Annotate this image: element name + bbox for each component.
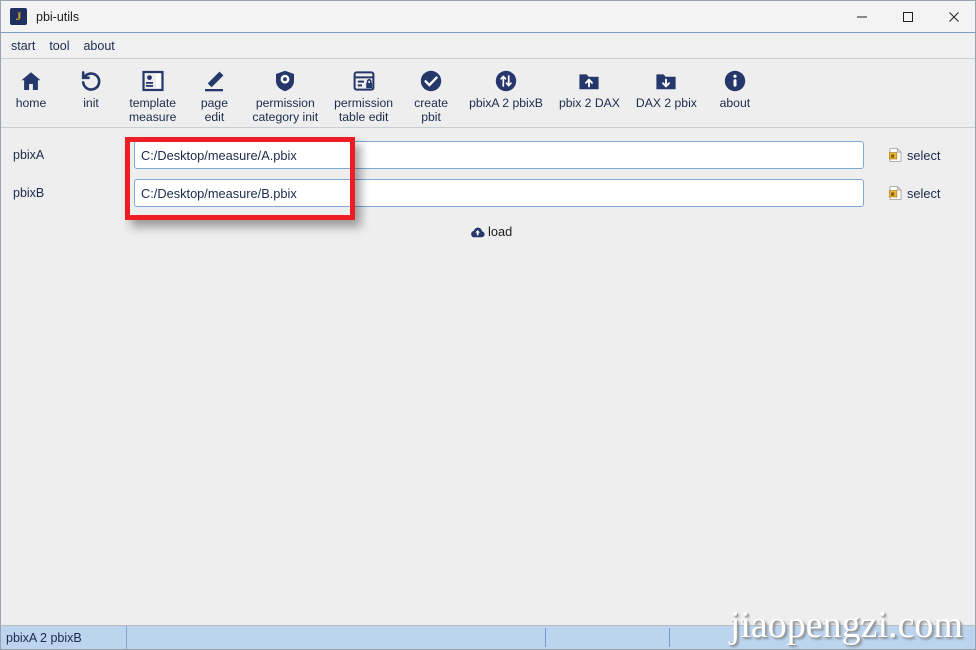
toolbar-button-page-edit[interactable]: page edit: [184, 64, 244, 127]
toolbar-button-pbix-2-dax[interactable]: pbix 2 DAX: [551, 64, 628, 113]
pbixb-select-button[interactable]: select: [885, 183, 944, 204]
folder-down-icon: [654, 68, 678, 94]
pbixa-select-label: select: [907, 147, 941, 163]
updown-arrows-circle-icon: [494, 68, 518, 94]
shield-gear-icon: [273, 68, 297, 94]
window-title: pbi-utils: [36, 9, 80, 24]
toolbar-label-pbix-2-dax: pbix 2 DAX: [558, 96, 620, 110]
check-circle-icon: [419, 68, 443, 94]
app-icon: J: [10, 8, 27, 25]
toolbar-label-pbixa-2-pbixb: pbixA 2 pbixB: [469, 96, 543, 110]
pbixa-select-button[interactable]: select: [885, 145, 944, 166]
toolbar-button-template-measure[interactable]: template measure: [121, 64, 184, 127]
close-icon[interactable]: [931, 1, 975, 33]
menu-item-start[interactable]: start: [5, 36, 41, 56]
toolbar-label-page-edit: page edit: [200, 96, 228, 124]
status-divider: [545, 628, 546, 647]
pbixa-path-input[interactable]: [134, 141, 864, 169]
toolbar-button-init[interactable]: init: [61, 64, 121, 113]
toolbar-label-template: template measure: [129, 96, 177, 124]
maximize-icon[interactable]: [885, 1, 931, 33]
menu-bar: start tool about: [1, 33, 975, 59]
cloud-upload-icon: [470, 225, 485, 239]
pbixb-select-label: select: [907, 185, 941, 201]
toolbar-button-permission-category-init[interactable]: permission category init: [244, 64, 326, 127]
load-button[interactable]: load: [465, 221, 517, 242]
pencil-icon: [202, 68, 226, 94]
main-content: pbixA select pbixB: [1, 128, 975, 623]
label-pbixb: pbixB: [13, 186, 45, 200]
status-bar-progress: [127, 626, 975, 649]
refresh-icon: [79, 68, 103, 94]
toolbar-label-template-measure: init: [83, 96, 99, 110]
title-bar: J pbi-utils: [1, 1, 975, 33]
toolbar-button-create-pbit[interactable]: create pbit: [401, 64, 461, 127]
toolbar-label-dax-2-pbix: DAX 2 pbix: [635, 96, 697, 110]
form-row-pbixb: pbixB select: [1, 179, 975, 207]
table-lock-icon: [352, 68, 376, 94]
toolbar-label-permission-category: permission category init: [252, 96, 319, 124]
menu-item-tool[interactable]: tool: [43, 36, 75, 56]
toolbar-button-pbixa-2-pbixb[interactable]: pbixA 2 pbixB: [461, 64, 551, 113]
toolbar-label-home: home: [15, 96, 47, 110]
toolbar-button-about[interactable]: about: [705, 64, 765, 113]
window-controls: [839, 1, 975, 33]
load-label: load: [488, 224, 513, 239]
toolbar-label-create-pbit: create pbit: [414, 96, 449, 124]
info-circle-icon: [723, 68, 747, 94]
pbixb-path-input[interactable]: [134, 179, 864, 207]
toolbar-button-home[interactable]: home: [1, 64, 61, 113]
status-bar: pbixA 2 pbixB: [1, 625, 975, 649]
status-bar-text: pbixA 2 pbixB: [1, 626, 127, 649]
menu-item-about[interactable]: about: [77, 36, 120, 56]
toolbar-label-about: about: [719, 96, 751, 110]
status-divider: [669, 628, 670, 647]
toolbar-button-permission-table-edit[interactable]: permission table edit: [326, 64, 401, 127]
label-pbixa: pbixA: [13, 148, 45, 162]
file-select-icon: [889, 147, 902, 162]
folder-up-icon: [577, 68, 601, 94]
toolbar-button-dax-2-pbix[interactable]: DAX 2 pbix: [628, 64, 705, 113]
home-icon: [19, 68, 43, 94]
toolbar-label-permission-table: permission table edit: [334, 96, 394, 124]
template-panel-icon: [141, 68, 165, 94]
form-row-pbixa: pbixA select: [1, 141, 975, 169]
minimize-icon[interactable]: [839, 1, 885, 33]
file-select-icon: [889, 185, 902, 200]
application-window: J pbi-utils start tool about home init t…: [0, 0, 976, 650]
toolbar: home init template measure page edit per…: [1, 59, 975, 128]
